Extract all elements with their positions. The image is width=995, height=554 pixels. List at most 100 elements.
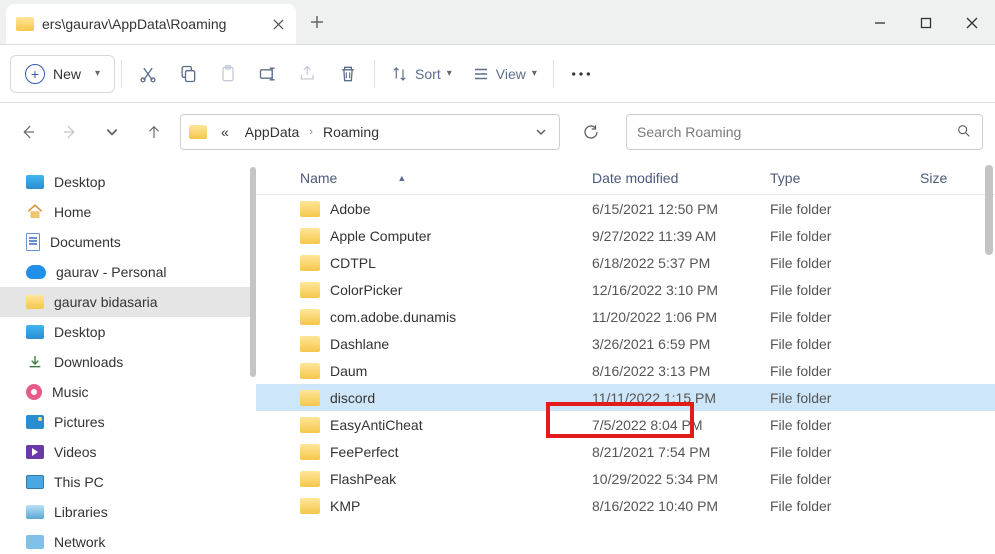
file-type: File folder [760,255,910,271]
share-button[interactable] [288,54,328,94]
back-button[interactable] [12,116,44,148]
new-button[interactable]: + New ▾ [10,55,115,93]
file-row[interactable]: FeePerfect8/21/2021 7:54 PMFile folder [256,438,995,465]
file-row[interactable]: Dashlane 3/26/2021 6:59 PMFile folder [256,330,995,357]
nav-item-libraries[interactable]: Libraries [0,497,256,527]
nav-item-gaurav-bidasaria[interactable]: gaurav bidasaria [0,287,256,317]
breadcrumb-seg[interactable]: AppData [239,124,305,140]
nav-item-desktop[interactable]: Desktop [0,167,256,197]
nav-item-pictures[interactable]: Pictures [0,407,256,437]
pic-icon [26,415,44,429]
nav-item-downloads[interactable]: Downloads [0,347,256,377]
sort-button[interactable]: Sort ▾ [381,54,462,94]
desktop-icon [26,325,44,339]
folder-icon [300,255,320,271]
nav-item-home[interactable]: Home [0,197,256,227]
breadcrumb-seg[interactable]: Roaming [317,124,385,140]
file-row[interactable]: KMP8/16/2022 10:40 PMFile folder [256,492,995,519]
view-button[interactable]: View ▾ [462,54,547,94]
navigation-pane[interactable]: DesktopHomeDocumentsgaurav - Personalgau… [0,161,256,554]
file-name: ColorPicker [330,282,402,298]
file-row[interactable]: ColorPicker 12/16/2022 3:10 PMFile folder [256,276,995,303]
lib-icon [26,505,44,519]
file-row[interactable]: com.adobe.dunamis11/20/2022 1:06 PMFile … [256,303,995,330]
file-type: File folder [760,282,910,298]
delete-button[interactable] [328,54,368,94]
nav-item-label: Downloads [54,354,123,370]
search-input[interactable] [637,124,956,140]
col-date[interactable]: Date modified [582,170,760,186]
address-bar[interactable]: « AppData › Roaming [180,114,560,150]
folder-icon [300,363,320,379]
doc-icon [26,233,40,251]
ellipsis-icon [570,70,592,78]
breadcrumb-prefix[interactable]: « [215,124,235,140]
minimize-button[interactable] [857,0,903,45]
file-date: 12/16/2022 3:10 PM [582,282,760,298]
nav-item-documents[interactable]: Documents [0,227,256,257]
folder-icon [300,201,320,217]
tab-title: ers\gaurav\AppData\Roaming [42,16,262,32]
cut-button[interactable] [128,54,168,94]
col-type[interactable]: Type [760,170,910,186]
file-row[interactable]: Daum8/16/2022 3:13 PMFile folder [256,357,995,384]
file-list-pane[interactable]: Name▲ Date modified Type Size Adobe6/15/… [256,161,995,554]
address-dropdown[interactable] [527,116,555,148]
file-date: 3/26/2021 6:59 PM [582,336,760,352]
close-tab-icon[interactable] [262,8,294,40]
pc-icon [26,475,44,489]
file-row[interactable]: Apple Computer9/27/2022 11:39 AMFile fol… [256,222,995,249]
file-type: File folder [760,336,910,352]
close-window-button[interactable] [949,0,995,45]
new-tab-button[interactable] [300,5,334,39]
home-icon [26,204,44,220]
file-name: CDTPL [330,255,376,271]
chevron-right-icon[interactable]: › [309,126,313,138]
file-name: KMP [330,498,360,514]
dl-icon [26,354,44,370]
nav-item-label: Pictures [54,414,105,430]
file-row[interactable]: Adobe6/15/2021 12:50 PMFile folder [256,195,995,222]
file-type: File folder [760,471,910,487]
folder-icon [300,498,320,514]
nav-item-gaurav-personal[interactable]: gaurav - Personal [0,257,256,287]
file-name: EasyAntiCheat [330,417,423,433]
chevron-down-icon: ▾ [95,68,100,79]
file-row[interactable]: CDTPL6/18/2022 5:37 PMFile folder [256,249,995,276]
file-name: Dashlane [330,336,389,352]
file-scrollbar[interactable] [985,165,993,255]
nav-item-network[interactable]: Network [0,527,256,554]
up-button[interactable] [138,116,170,148]
share-icon [298,64,318,84]
window-tab[interactable]: ers\gaurav\AppData\Roaming [6,4,296,44]
copy-icon [178,64,198,84]
sort-icon [391,64,409,84]
folder-icon [16,17,34,31]
folder-icon [300,228,320,244]
file-row[interactable]: EasyAntiCheat7/5/2022 8:04 PMFile folder [256,411,995,438]
view-list-icon [472,64,490,84]
search-box[interactable] [626,114,983,150]
forward-button[interactable] [54,116,86,148]
scissors-icon [138,64,158,84]
file-row[interactable]: discord11/11/2022 1:15 PMFile folder [256,384,995,411]
recent-locations-button[interactable] [96,116,128,148]
folder-icon [300,444,320,460]
file-date: 8/16/2022 3:13 PM [582,363,760,379]
paste-button[interactable] [208,54,248,94]
copy-button[interactable] [168,54,208,94]
nav-item-desktop[interactable]: Desktop [0,317,256,347]
file-name: discord [330,390,375,406]
more-button[interactable] [560,54,602,94]
rename-button[interactable] [248,54,288,94]
nav-item-music[interactable]: Music [0,377,256,407]
file-type: File folder [760,309,910,325]
refresh-button[interactable] [574,115,608,149]
nav-item-this-pc[interactable]: This PC [0,467,256,497]
search-icon[interactable] [956,123,972,142]
nav-item-videos[interactable]: Videos [0,437,256,467]
file-row[interactable]: FlashPeak10/29/2022 5:34 PMFile folder [256,465,995,492]
maximize-button[interactable] [903,0,949,45]
col-name[interactable]: Name▲ [256,170,582,186]
col-size[interactable]: Size [910,170,995,186]
